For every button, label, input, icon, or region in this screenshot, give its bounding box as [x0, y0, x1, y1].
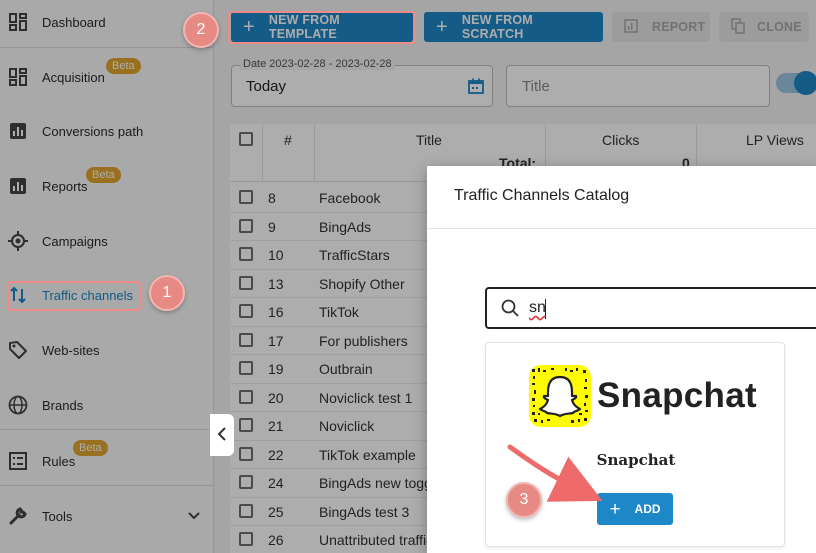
step-marker-3: 3 — [506, 482, 542, 518]
pointer-arrow — [507, 444, 603, 502]
